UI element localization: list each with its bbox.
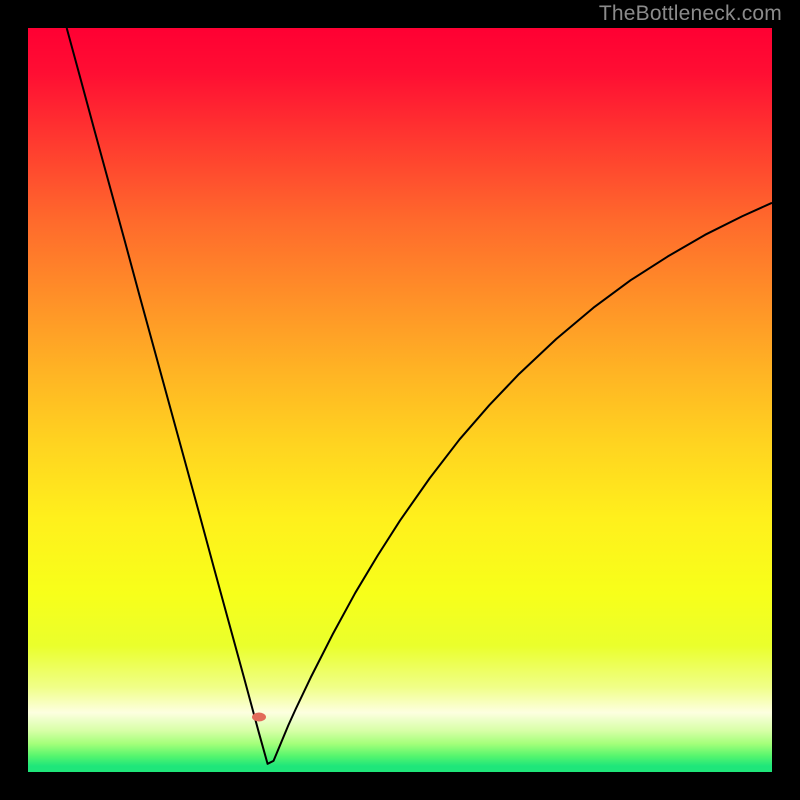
outer-frame: TheBottleneck.com xyxy=(0,0,800,800)
optimum-marker xyxy=(252,713,266,722)
gradient-background xyxy=(28,28,772,772)
bottleneck-chart xyxy=(0,0,800,800)
